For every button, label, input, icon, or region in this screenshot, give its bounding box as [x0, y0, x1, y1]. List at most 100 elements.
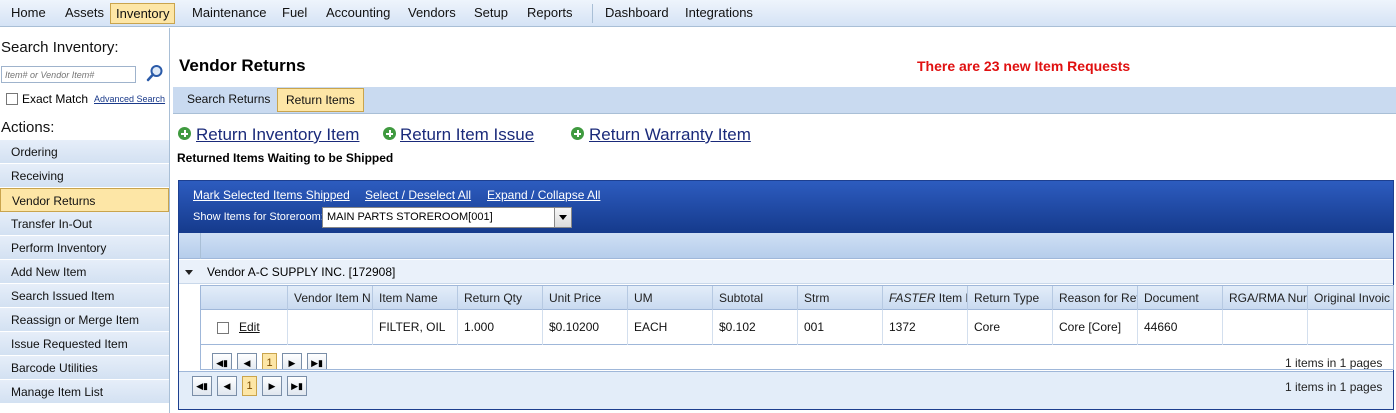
section-title: Returned Items Waiting to be Shipped — [177, 151, 394, 165]
group-header-band — [179, 233, 1393, 259]
select-deselect-all-link[interactable]: Select / Deselect All — [365, 188, 471, 202]
cell-item-name: FILTER, OIL — [372, 310, 457, 345]
prev-page-icon[interactable]: ◀ — [237, 353, 257, 369]
col-faster-item[interactable]: FASTER Item N — [882, 286, 967, 310]
chevron-down-icon[interactable] — [554, 208, 571, 227]
main-menu-bar: Home Assets Inventory Maintenance Fuel A… — [0, 0, 1396, 27]
faster-prefix: FASTER — [889, 291, 936, 305]
page-title: Vendor Returns — [179, 56, 306, 75]
select-cell: Edit — [201, 310, 287, 345]
vendor-items-table: Vendor Item N Item Name Return Qty Unit … — [200, 285, 1394, 370]
col-subtotal[interactable]: Subtotal — [712, 286, 797, 310]
menu-home[interactable]: Home — [6, 3, 51, 24]
menu-fuel[interactable]: Fuel — [277, 3, 312, 24]
tab-return-items[interactable]: Return Items — [277, 88, 364, 112]
edit-link[interactable]: Edit — [239, 310, 260, 345]
action-receiving[interactable]: Receiving — [0, 164, 169, 188]
col-return-qty[interactable]: Return Qty — [457, 286, 542, 310]
exact-match-checkbox[interactable] — [6, 93, 18, 105]
table-row: Edit FILTER, OIL 1.000 $0.10200 EACH $0.… — [201, 310, 1393, 345]
inner-pager-info: 1 items in 1 pages — [1285, 356, 1383, 370]
cell-rga-rma — [1222, 310, 1307, 345]
grid-header: Mark Selected Items Shipped Select / Des… — [179, 181, 1393, 233]
faster-item-label: Item N — [938, 291, 967, 305]
page-number[interactable]: 1 — [242, 376, 257, 396]
action-issue-requested-item[interactable]: Issue Requested Item — [0, 332, 169, 356]
search-inventory-title: Search Inventory: — [1, 39, 119, 56]
advanced-search-link[interactable]: Advanced Search — [94, 94, 165, 104]
outer-pager: ◀▮ ◀ 1 ▶ ▶▮ — [192, 376, 352, 398]
cell-return-qty: 1.000 — [457, 310, 542, 345]
col-original-invoice[interactable]: Original Invoic — [1307, 286, 1393, 310]
action-ordering[interactable]: Ordering — [0, 140, 169, 164]
search-icon[interactable] — [146, 64, 164, 82]
action-manage-item-list[interactable]: Manage Item List — [0, 380, 169, 404]
cell-subtotal: $0.102 — [712, 310, 797, 345]
first-page-icon[interactable]: ◀▮ — [192, 376, 212, 396]
actions-title: Actions: — [1, 119, 55, 136]
col-document[interactable]: Document — [1137, 286, 1222, 310]
return-item-issue-link[interactable]: Return Item Issue — [400, 125, 534, 145]
plus-circle-icon — [178, 127, 191, 140]
menu-reports[interactable]: Reports — [522, 3, 578, 24]
cell-um: EACH — [627, 310, 712, 345]
col-reason[interactable]: Reason for Ret — [1052, 286, 1137, 310]
col-um[interactable]: UM — [627, 286, 712, 310]
last-page-icon[interactable]: ▶▮ — [287, 376, 307, 396]
last-page-icon[interactable]: ▶▮ — [307, 353, 327, 369]
col-unit-price[interactable]: Unit Price — [542, 286, 627, 310]
col-item-name[interactable]: Item Name — [372, 286, 457, 310]
col-select — [201, 286, 287, 310]
menu-accounting[interactable]: Accounting — [321, 3, 395, 24]
action-search-issued-item[interactable]: Search Issued Item — [0, 284, 169, 308]
col-return-type[interactable]: Return Type — [967, 286, 1052, 310]
menu-integrations[interactable]: Integrations — [680, 3, 758, 24]
menu-setup[interactable]: Setup — [469, 3, 513, 24]
next-page-icon[interactable]: ▶ — [282, 353, 302, 369]
storeroom-label: Show Items for Storeroom: — [193, 211, 324, 223]
cell-original-invoice — [1307, 310, 1393, 345]
cell-unit-price: $0.10200 — [542, 310, 627, 345]
prev-page-icon[interactable]: ◀ — [217, 376, 237, 396]
exact-match-label: Exact Match — [22, 92, 89, 106]
outer-pager-info: 1 items in 1 pages — [1285, 380, 1383, 394]
tab-search-returns[interactable]: Search Returns — [179, 88, 278, 112]
action-add-new-item[interactable]: Add New Item — [0, 260, 169, 284]
column-divider — [200, 233, 201, 259]
menu-dashboard[interactable]: Dashboard — [600, 3, 674, 24]
col-rga-rma[interactable]: RGA/RMA Nur — [1222, 286, 1307, 310]
return-warranty-item-link[interactable]: Return Warranty Item — [589, 125, 751, 145]
page-number[interactable]: 1 — [262, 353, 277, 369]
vendor-group-row: Vendor A-C SUPPLY INC. [172908] — [179, 260, 1393, 284]
action-vendor-returns[interactable]: Vendor Returns — [0, 188, 169, 212]
menu-maintenance[interactable]: Maintenance — [187, 3, 271, 24]
collapse-arrow-icon[interactable] — [185, 270, 193, 275]
first-page-icon[interactable]: ◀▮ — [212, 353, 232, 369]
expand-collapse-all-link[interactable]: Expand / Collapse All — [487, 188, 600, 202]
vendor-group-label: Vendor A-C SUPPLY INC. [172908] — [207, 265, 396, 279]
action-reassign-merge-item[interactable]: Reassign or Merge Item — [0, 308, 169, 332]
menu-assets[interactable]: Assets — [60, 3, 109, 24]
col-vendor-item[interactable]: Vendor Item N — [287, 286, 372, 310]
menu-inventory[interactable]: Inventory — [110, 3, 176, 24]
storeroom-select[interactable]: MAIN PARTS STOREROOM[001] — [322, 207, 572, 228]
next-page-icon[interactable]: ▶ — [262, 376, 282, 396]
return-inventory-item-link[interactable]: Return Inventory Item — [196, 125, 359, 145]
action-perform-inventory[interactable]: Perform Inventory — [0, 236, 169, 260]
action-barcode-utilities[interactable]: Barcode Utilities — [0, 356, 169, 380]
item-requests-notice[interactable]: There are 23 new Item Requests — [917, 58, 1130, 74]
storeroom-select-value: MAIN PARTS STOREROOM[001] — [327, 211, 493, 223]
cell-strm: 001 — [797, 310, 882, 345]
cell-document: 44660 — [1137, 310, 1222, 345]
inner-pager: ◀▮ ◀ 1 ▶ ▶▮ — [212, 353, 372, 369]
col-strm[interactable]: Strm — [797, 286, 882, 310]
plus-circle-icon — [383, 127, 396, 140]
cell-vendor-item — [287, 310, 372, 345]
mark-shipped-link[interactable]: Mark Selected Items Shipped — [193, 188, 350, 202]
row-checkbox[interactable] — [217, 322, 229, 334]
plus-circle-icon — [571, 127, 584, 140]
inventory-search-input[interactable] — [1, 66, 136, 83]
table-header-row: Vendor Item N Item Name Return Qty Unit … — [201, 286, 1393, 310]
action-transfer-in-out[interactable]: Transfer In-Out — [0, 212, 169, 236]
menu-vendors[interactable]: Vendors — [403, 3, 461, 24]
